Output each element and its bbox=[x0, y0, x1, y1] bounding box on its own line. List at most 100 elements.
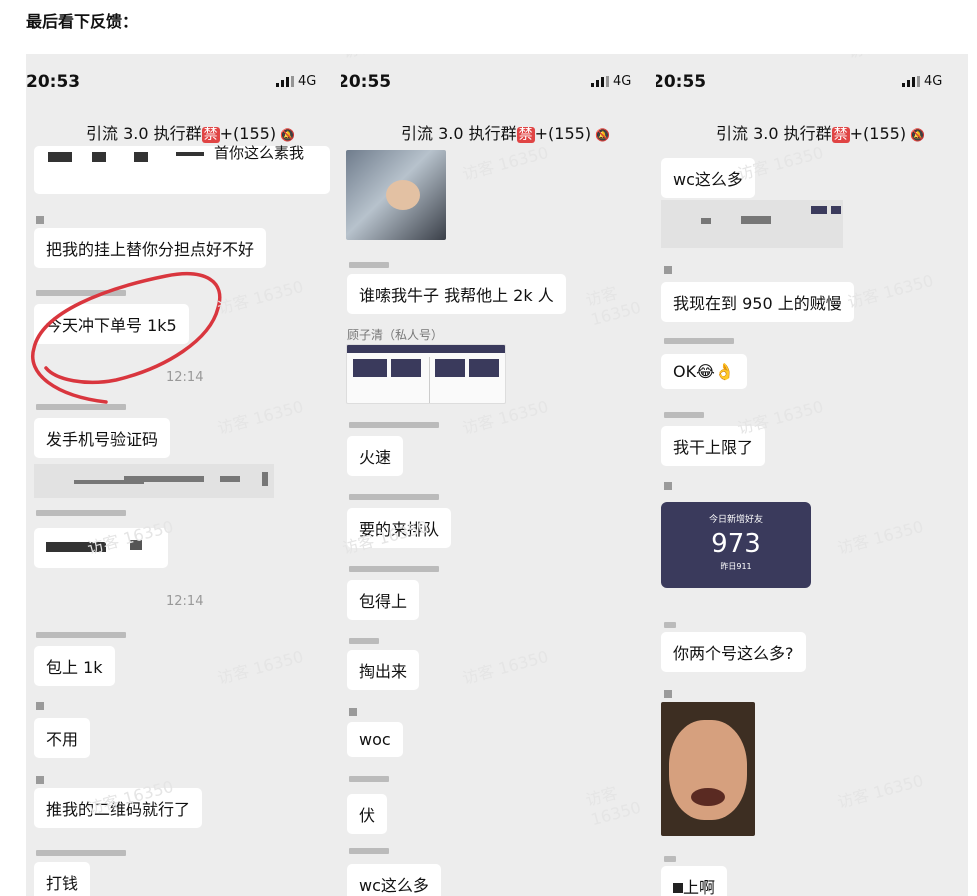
message-bubble: 今天冲下单号 1k5 bbox=[34, 304, 189, 344]
sender-name bbox=[349, 638, 379, 644]
partial-text: 首你这么素我 bbox=[214, 144, 305, 162]
mute-icon: 🔕 bbox=[595, 128, 611, 142]
member-count: +(155) bbox=[534, 124, 592, 143]
member-count: +(155) bbox=[219, 124, 277, 143]
network-label: 4G bbox=[924, 74, 943, 89]
group-title: 引流 3.0 执行群禁 +(155) 🔕 bbox=[86, 120, 295, 144]
signal-icon bbox=[591, 76, 609, 87]
sender-name bbox=[664, 856, 676, 862]
signal-icon bbox=[902, 76, 920, 87]
page-heading: 最后看下反馈： bbox=[26, 12, 139, 31]
sender-name bbox=[664, 622, 676, 628]
ban-badge: 禁 bbox=[201, 127, 220, 143]
ban-badge: 禁 bbox=[516, 127, 535, 143]
watermark: 访客 16350 bbox=[215, 276, 306, 319]
ok-text: OK bbox=[673, 362, 697, 381]
group-title: 引流 3.0 执行群禁 +(155) 🔕 bbox=[401, 120, 610, 144]
mute-icon: 🔕 bbox=[280, 128, 296, 142]
message-bubble: wc这么多 bbox=[347, 864, 441, 896]
message-bubble: 打钱 bbox=[34, 862, 91, 896]
watermark: 访客 16350 bbox=[844, 54, 935, 63]
message-bubble: 包上 1k bbox=[34, 646, 115, 686]
watermark: 访客 16350 bbox=[583, 783, 643, 830]
network-label: 4G bbox=[298, 74, 317, 89]
watermark: 访客 16350 bbox=[583, 283, 643, 330]
status-indicators: 4G bbox=[276, 74, 316, 89]
sender-name bbox=[36, 404, 126, 410]
mute-icon: 🔕 bbox=[910, 128, 926, 142]
message-bubble: 包得上 bbox=[347, 580, 420, 620]
sender-name bbox=[36, 510, 126, 516]
sender-name bbox=[36, 290, 126, 296]
watermark: 访客 16350 bbox=[341, 54, 431, 63]
card-value: 973 bbox=[711, 529, 761, 559]
blurred-quote bbox=[661, 200, 843, 248]
message-bubble: 伏 bbox=[347, 794, 388, 834]
group-name: 引流 3.0 执行群 bbox=[401, 124, 517, 143]
message-bubble: 首你这么素我 bbox=[34, 144, 330, 194]
card-label: 今日新增好友 bbox=[708, 515, 763, 525]
message-bubble: 谁嗦我牛子 我帮他上 2k 人 bbox=[347, 274, 566, 314]
watermark: 访客 16350 bbox=[215, 396, 306, 439]
message-bubble: 我现在到 950 上的贼慢 bbox=[661, 282, 854, 322]
message-bubble: wc这么多 bbox=[661, 158, 755, 198]
chat-screenshot-1: 20:53 4G 引流 3.0 执行群禁 +(155) 🔕 首你这么素我 把我的挂上… bbox=[26, 54, 341, 896]
signal-icon bbox=[276, 76, 294, 87]
sender-avatar bbox=[664, 690, 672, 698]
group-title: 引流 3.0 执行群禁 +(155) 🔕 bbox=[716, 120, 925, 144]
watermark: 访客 16350 bbox=[460, 646, 551, 689]
sender-name bbox=[349, 848, 389, 854]
chat-screenshot-2: 20:55 4G 引流 3.0 执行群禁 +(155) 🔕 谁嗦我牛子 我帮他上 2… bbox=[341, 54, 656, 896]
network-label: 4G bbox=[613, 74, 632, 89]
message-bubble: 火速 bbox=[347, 436, 404, 476]
shared-screenshot bbox=[346, 344, 506, 404]
status-time: 20:55 bbox=[341, 72, 392, 92]
watermark: 访客 16350 bbox=[84, 54, 175, 59]
message-bubble: 掏出来 bbox=[347, 650, 420, 690]
sender-avatar bbox=[664, 266, 672, 274]
sender-name bbox=[36, 632, 126, 638]
watermark: 访客 16350 bbox=[835, 770, 926, 813]
status-indicators: 4G bbox=[591, 74, 631, 89]
meme-image bbox=[661, 702, 755, 836]
member-count: +(155) bbox=[849, 124, 907, 143]
watermark: 访客 16350 bbox=[845, 270, 936, 313]
emoji: 😂👌 bbox=[696, 362, 735, 381]
sender-name bbox=[349, 566, 439, 572]
sender-name bbox=[349, 262, 389, 268]
sender-avatar bbox=[36, 702, 44, 710]
status-time: 20:53 bbox=[26, 72, 81, 92]
message-bubble: 把我的挂上替你分担点好不好 bbox=[34, 228, 267, 268]
partial-text: 上啊 bbox=[683, 878, 716, 896]
card-sub: 昨日911 bbox=[720, 562, 752, 571]
sender-name bbox=[36, 850, 126, 856]
status-indicators: 4G bbox=[902, 74, 942, 89]
sender-avatar bbox=[664, 482, 672, 490]
group-name: 引流 3.0 执行群 bbox=[716, 124, 832, 143]
chat-screenshot-3: 20:55 4G 引流 3.0 执行群禁 +(155) 🔕 wc这么多 我现在到 9… bbox=[656, 54, 968, 896]
status-time: 20:55 bbox=[656, 72, 707, 92]
message-bubble: 要的来排队 bbox=[347, 508, 452, 548]
shared-photo bbox=[346, 150, 446, 240]
sender-name bbox=[349, 422, 439, 428]
group-name: 引流 3.0 执行群 bbox=[86, 124, 202, 143]
ban-badge: 禁 bbox=[831, 127, 850, 143]
timestamp: 12:14 bbox=[166, 370, 204, 385]
message-bubble: woc bbox=[347, 722, 403, 757]
message-bubble: OK😂👌 bbox=[661, 354, 747, 389]
sender-avatar bbox=[36, 776, 44, 784]
message-bubble: 发手机号验证码 bbox=[34, 418, 171, 458]
timestamp: 12:14 bbox=[166, 594, 204, 609]
message-bubble bbox=[34, 528, 168, 568]
sender-name bbox=[349, 494, 439, 500]
message-bubble: 你两个号这么多? bbox=[661, 632, 806, 672]
blurred-message bbox=[34, 464, 274, 498]
sender-name bbox=[349, 776, 389, 782]
message-bubble: 不用 bbox=[34, 718, 91, 758]
sender-avatar bbox=[36, 216, 44, 224]
message-bubble: 我干上限了 bbox=[661, 426, 766, 466]
sender-avatar bbox=[349, 708, 357, 716]
stats-card: 今日新增好友 973 昨日911 bbox=[661, 502, 811, 588]
watermark: 访客 16350 bbox=[460, 142, 551, 185]
sender-name bbox=[664, 338, 734, 344]
